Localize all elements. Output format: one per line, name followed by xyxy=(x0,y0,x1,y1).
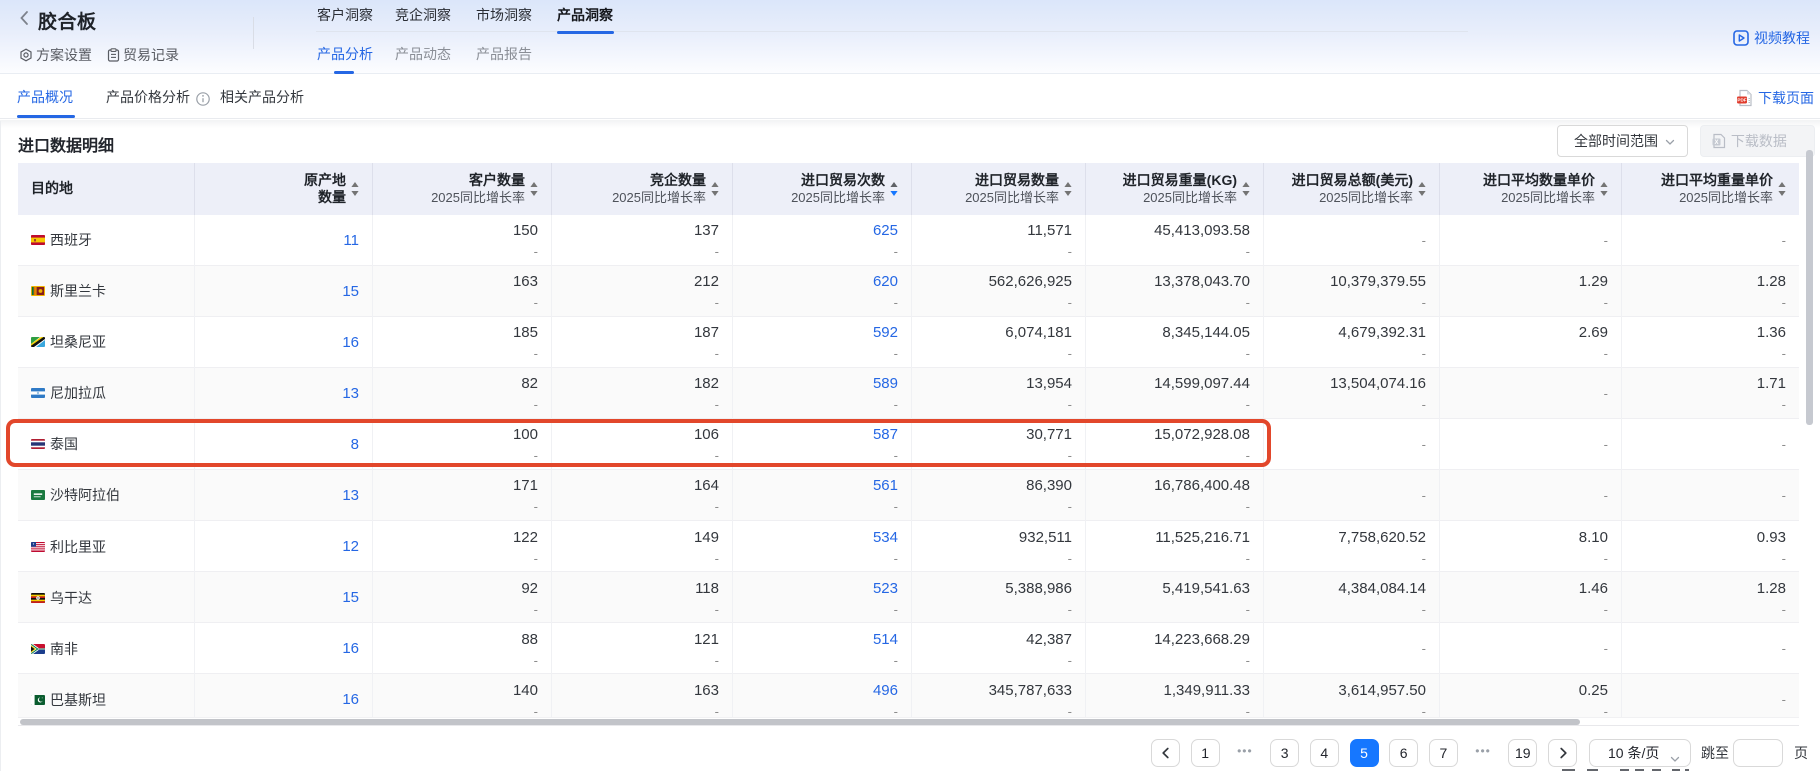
svg-text:X: X xyxy=(1714,140,1718,146)
svg-text:PDF: PDF xyxy=(1737,98,1746,103)
